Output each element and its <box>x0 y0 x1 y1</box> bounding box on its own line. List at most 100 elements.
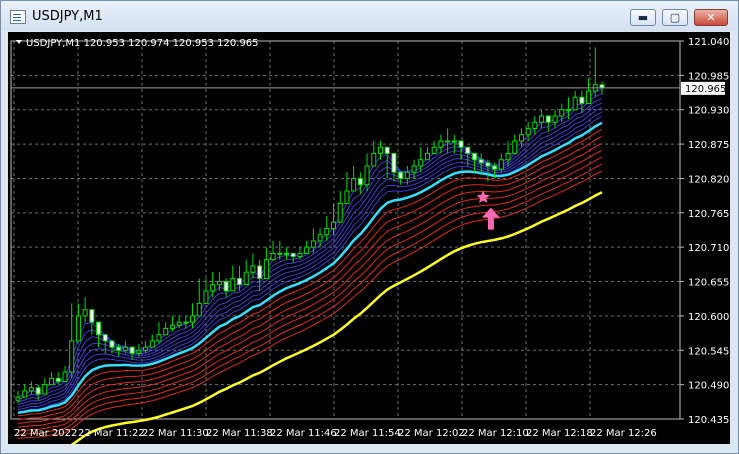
y-tick-label: 120.985 <box>688 71 729 82</box>
candle-body <box>512 140 518 154</box>
chart-area[interactable]: 121.040 120.985 120.930 120.875 120.820 120.7… <box>8 32 730 444</box>
candle-body <box>42 384 48 395</box>
candle-body <box>129 346 135 354</box>
candle-body <box>297 252 303 258</box>
candle-body <box>364 165 370 186</box>
x-tick-label: 22 Mar 12:18 <box>526 428 593 439</box>
maximize-button[interactable]: ▢ <box>662 9 688 26</box>
x-tick-label: 22 Mar 2022 <box>14 428 77 439</box>
candle-body <box>304 246 310 254</box>
candle-body <box>62 371 68 383</box>
candle-body <box>411 165 417 173</box>
x-tick-label: 22 Mar 11:46 <box>270 428 337 439</box>
close-button[interactable]: ✕ <box>694 9 728 26</box>
candle-body <box>75 315 81 342</box>
candle-body <box>35 387 41 395</box>
candle-body <box>545 115 551 123</box>
current-price-label: 120.965 <box>685 84 726 95</box>
candle-body <box>330 221 336 229</box>
candle-body <box>122 346 128 351</box>
candle-body <box>82 309 88 317</box>
candle-body <box>169 324 175 329</box>
candle-body <box>22 390 28 398</box>
candle-body <box>478 159 484 164</box>
slow-ema-line <box>17 142 603 424</box>
slowest-ema-line <box>70 191 603 444</box>
y-tick-label: 120.435 <box>688 415 729 426</box>
candle-body <box>55 377 61 383</box>
candle-body <box>565 109 571 112</box>
candle-body <box>143 346 149 351</box>
candle-body <box>156 334 162 342</box>
candle-body <box>418 159 424 167</box>
candle-body <box>183 321 189 324</box>
candle-body <box>525 127 531 136</box>
y-tick-label: 120.710 <box>688 243 729 254</box>
x-tick-label: 22 Mar 12:02 <box>398 428 465 439</box>
candle-body <box>49 377 55 386</box>
candle-body <box>451 140 457 143</box>
slow-ema-line <box>17 156 603 432</box>
y-tick-label: 120.820 <box>688 174 729 185</box>
candle-body <box>310 240 316 248</box>
title-bar[interactable]: USDJPY,M1 ▬ ▢ ✕ <box>1 1 738 31</box>
y-tick-label: 121.040 <box>688 37 729 48</box>
candle-body <box>324 227 330 236</box>
candle-body <box>28 387 34 392</box>
x-tick-label: 22 Mar 11:30 <box>142 428 209 439</box>
y-tick-label: 120.655 <box>688 278 729 289</box>
chart-window: USDJPY,M1 ▬ ▢ ✕ 121.040 120.985 120.930 120… <box>0 0 739 454</box>
x-tick-label: 22 Mar 11:38 <box>206 428 273 439</box>
candle-body <box>290 252 296 258</box>
signal-star-icon <box>476 190 490 203</box>
candle-body <box>216 281 222 286</box>
y-tick-label: 120.490 <box>688 381 729 392</box>
candle-body <box>277 252 283 255</box>
candle-body <box>203 290 209 304</box>
candle-body <box>337 202 343 223</box>
candle-body <box>391 152 397 173</box>
candle-body <box>257 265 263 279</box>
candle-body <box>498 159 504 170</box>
candle-body <box>284 252 290 255</box>
candle-body <box>539 115 545 123</box>
candle-body <box>471 152 477 161</box>
candle-body <box>196 302 202 317</box>
y-tick-label: 120.765 <box>688 209 729 220</box>
candle-body <box>518 134 524 142</box>
x-tick-label: 22 Mar 12:10 <box>462 428 529 439</box>
candle-body <box>404 171 410 179</box>
candle-body <box>149 340 155 348</box>
candle-body <box>109 340 115 348</box>
candle-body <box>532 121 538 129</box>
candle-body <box>492 165 498 170</box>
y-tick-label: 120.875 <box>688 140 729 151</box>
minimize-button[interactable]: ▬ <box>630 9 656 26</box>
candle-body <box>344 190 350 204</box>
candle-body <box>371 152 377 167</box>
candle-body <box>270 252 276 261</box>
candle-body <box>357 177 363 186</box>
y-tick-label: 120.600 <box>688 312 729 323</box>
candle-body <box>210 284 216 292</box>
candle-body <box>586 90 592 104</box>
price-chart[interactable]: 121.040 120.985 120.930 120.875 120.820 120.7… <box>8 32 730 444</box>
candle-body <box>377 146 383 154</box>
candle-body <box>579 96 585 104</box>
candle-body <box>458 140 464 148</box>
x-tick-label: 22 Mar 12:26 <box>590 428 657 439</box>
candle-body <box>424 152 430 161</box>
y-tick-label: 120.930 <box>688 106 729 117</box>
candle-body <box>69 340 75 373</box>
candle-body <box>552 115 558 123</box>
candle-body <box>431 146 437 154</box>
chart-window-icon <box>10 10 26 24</box>
candle-body <box>190 315 196 323</box>
candle-body <box>445 140 451 143</box>
candle-body <box>351 177 357 192</box>
chart-header-label: USDJPY,M1 120.953 120.974 120.953 120.96… <box>26 38 259 49</box>
window-title: USDJPY,M1 <box>32 9 103 24</box>
candle-body <box>15 396 21 401</box>
candle-body <box>96 321 102 336</box>
candle-body <box>572 96 578 111</box>
